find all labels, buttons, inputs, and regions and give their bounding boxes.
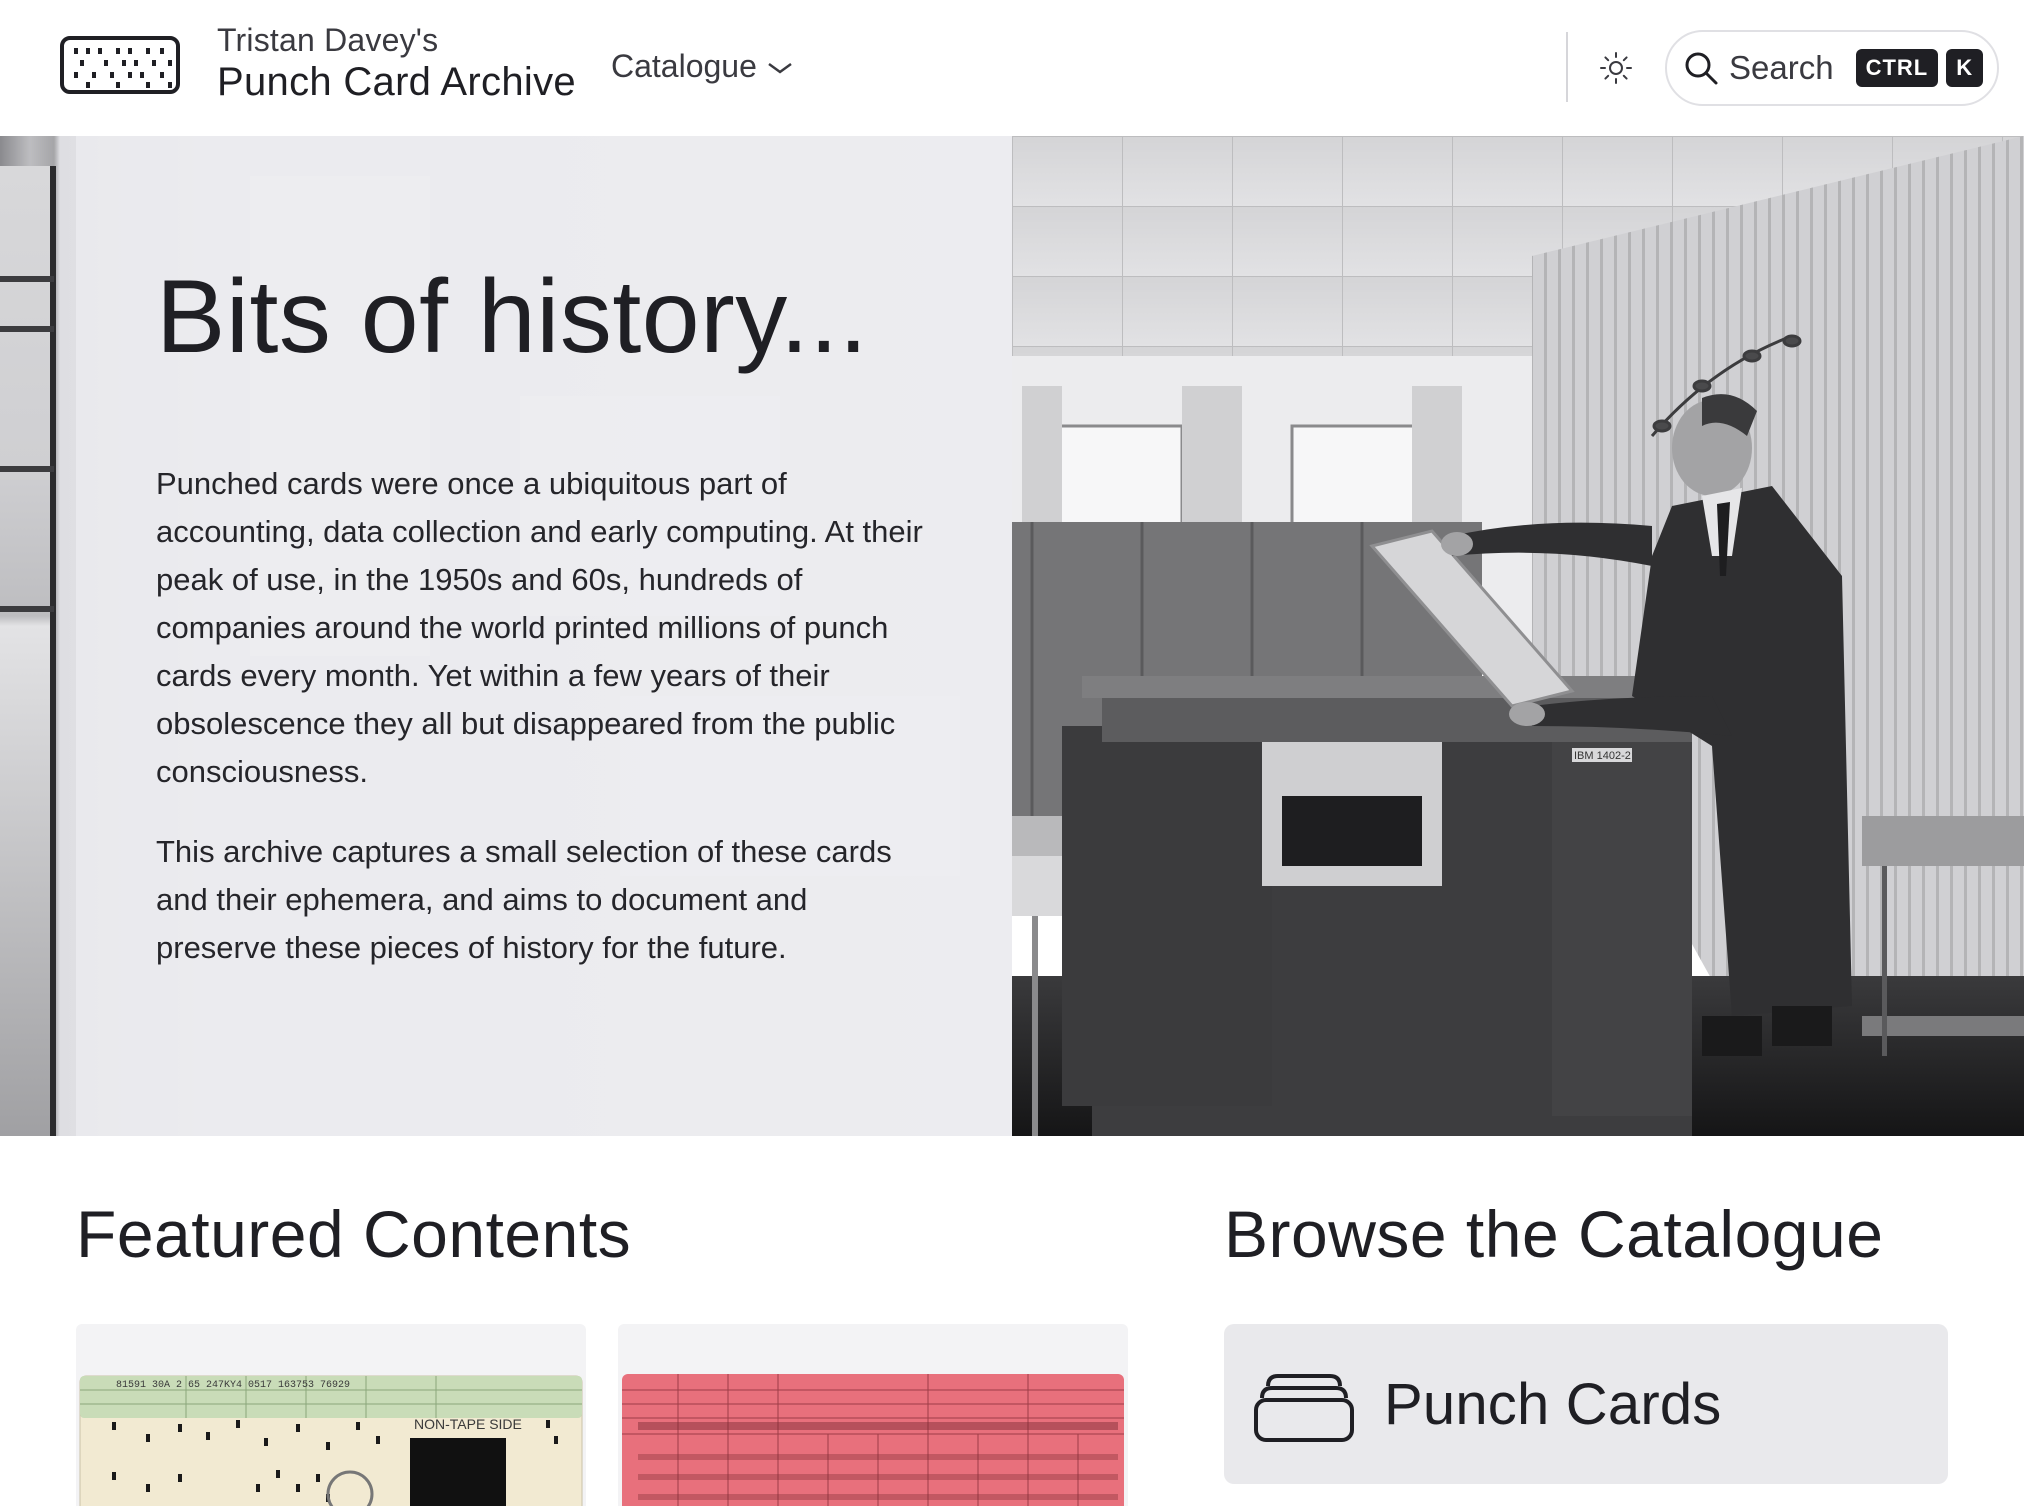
punch-card-logo-icon[interactable] xyxy=(60,36,180,94)
hero-photo-card-reader: IBM 1402-2 xyxy=(1012,136,2024,1136)
browse-catalogue-title: Browse the Catalogue xyxy=(1224,1197,1884,1271)
search-button[interactable]: Search CTRL K xyxy=(1665,30,1999,106)
hero-section: Bits of history... Punched cards were on… xyxy=(0,136,2024,1136)
header-divider xyxy=(1566,32,1568,102)
browse-punch-cards-button[interactable]: Punch Cards xyxy=(1224,1324,1948,1484)
nav-catalogue-label: Catalogue xyxy=(611,48,757,84)
featured-card-image-1: 81591 30A 2 65 247KY4 0517 163753 76929 … xyxy=(79,1375,583,1506)
site-title[interactable]: Punch Card Archive xyxy=(217,60,576,105)
hero-paragraph-1: Punched cards were once a ubiquitous par… xyxy=(156,466,923,789)
browse-punch-cards-label: Punch Cards xyxy=(1384,1371,1722,1437)
hero-title: Bits of history... xyxy=(156,259,869,375)
sun-icon xyxy=(1600,52,1632,84)
featured-card-image-2 xyxy=(622,1374,1124,1506)
shortcut-key-ctrl: CTRL xyxy=(1855,49,1939,87)
shortcut-key-k: K xyxy=(1946,49,1984,87)
svg-text:IBM 1402-2: IBM 1402-2 xyxy=(1574,750,1631,762)
search-icon xyxy=(1685,52,1718,85)
featured-card-tile-1[interactable]: 81591 30A 2 65 247KY4 0517 163753 76929 … xyxy=(76,1324,586,1506)
featured-contents-title: Featured Contents xyxy=(76,1197,632,1271)
nav-catalogue-dropdown[interactable]: Catalogue xyxy=(611,48,793,85)
card1-side-label: NON-TAPE SIDE xyxy=(414,1416,522,1432)
site-subtitle: Tristan Davey's xyxy=(217,22,439,58)
featured-card-tile-2[interactable] xyxy=(618,1324,1128,1506)
search-label: Search xyxy=(1729,49,1834,86)
chevron-down-icon xyxy=(768,62,792,74)
card-stack-icon xyxy=(1254,1374,1354,1442)
theme-toggle-button[interactable] xyxy=(1596,48,1636,88)
site-header: Tristan Davey's Punch Card Archive Catal… xyxy=(0,0,2024,136)
hero-paragraph-2: This archive captures a small selection … xyxy=(156,834,892,965)
card1-numbers: 81591 30A 2 65 247KY4 0517 163753 76929 xyxy=(116,1380,350,1391)
